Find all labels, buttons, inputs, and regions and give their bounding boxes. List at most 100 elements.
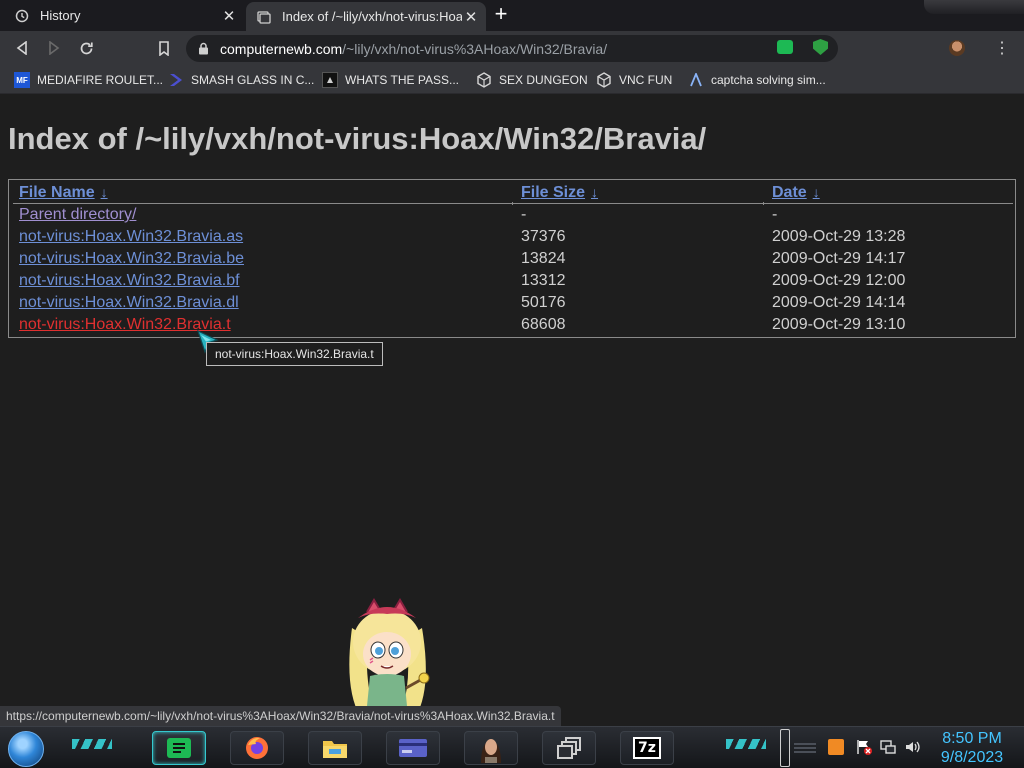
file-size: - <box>521 206 527 223</box>
bookmark-item[interactable]: SEX DUNGEON <box>476 71 588 89</box>
tab-history[interactable]: History ✕ <box>4 2 244 29</box>
back-icon[interactable] <box>12 38 32 58</box>
url-text: computernewb.com/~lily/vxh/not-virus%3AH… <box>220 41 607 57</box>
bookmark-label: WHATS THE PASS... <box>345 73 460 87</box>
forward-icon[interactable] <box>44 38 64 58</box>
file-date: 2009-Oct-29 13:10 <box>772 316 906 333</box>
window-controls[interactable] <box>924 0 1024 14</box>
file-date: 2009-Oct-29 13:28 <box>772 228 906 245</box>
clock-date: 9/8/2023 <box>940 749 1004 766</box>
bookmark-item[interactable]: MF MEDIAFIRE ROULET... <box>14 71 163 89</box>
spotify-icon <box>167 738 191 758</box>
file-link[interactable]: not-virus:Hoax.Win32.Bravia.as <box>19 228 243 246</box>
table-row: not-virus:Hoax.Win32.Bravia.as 37376 200… <box>19 228 1009 250</box>
file-link[interactable]: not-virus:Hoax.Win32.Bravia.dl <box>19 294 239 312</box>
file-size: 13312 <box>521 272 566 289</box>
file-size: 68608 <box>521 316 566 333</box>
tab-index-of[interactable]: Index of /~lily/vxh/not-virus:Hoax/Win32… <box>246 2 486 31</box>
sort-arrow-icon: ↓ <box>812 184 820 200</box>
taskbar-app-spotify[interactable] <box>152 731 206 765</box>
file-date: - <box>772 206 778 223</box>
bookmark-label: MEDIAFIRE ROULET... <box>37 73 164 87</box>
extension-chat-icon[interactable] <box>777 40 793 54</box>
start-button[interactable] <box>8 731 44 767</box>
file-size: 13824 <box>521 250 566 267</box>
url-path: /~lily/vxh/not-virus%3AHoax/Win32/Bravia… <box>342 40 608 57</box>
firefox-icon <box>246 737 268 759</box>
window-stack-icon <box>557 737 581 759</box>
taskbar-app-portrait[interactable] <box>464 731 518 765</box>
status-bar-url: https://computernewb.com/~lily/vxh/not-v… <box>0 706 561 726</box>
file-date: 2009-Oct-29 14:14 <box>772 294 906 311</box>
bookmark-label: captcha solving sim... <box>711 73 826 87</box>
card-app-icon <box>399 739 427 757</box>
file-link[interactable]: not-virus:Hoax.Win32.Bravia.bf <box>19 272 240 290</box>
volume-icon[interactable] <box>904 739 920 755</box>
7zip-icon: 7z <box>633 737 661 759</box>
reload-icon[interactable] <box>76 38 96 58</box>
page-icon <box>256 9 272 25</box>
file-size: 50176 <box>521 294 566 311</box>
table-row: Parent directory/ - - <box>19 206 1009 228</box>
taskbar-app-card[interactable] <box>386 731 440 765</box>
bookmark-item[interactable]: SMASH GLASS IN C... <box>168 71 314 89</box>
sort-arrow-icon: ↓ <box>591 184 599 200</box>
taskbar: 7z 8:50 PM 9/8/2023 <box>0 726 1024 768</box>
link-tooltip: not-virus:Hoax.Win32.Bravia.t <box>206 342 383 366</box>
taskbar-decoration <box>726 739 766 749</box>
tray-app-icon[interactable] <box>828 739 844 755</box>
page-title: Index of /~lily/vxh/not-virus:Hoax/Win32… <box>8 121 707 156</box>
history-icon <box>14 8 30 24</box>
tab-strip: History ✕ Index of /~lily/vxh/not-virus:… <box>0 0 1024 31</box>
sort-arrow-icon: ↓ <box>100 184 108 200</box>
show-desktop-button[interactable] <box>780 729 790 767</box>
address-bar[interactable]: computernewb.com/~lily/vxh/not-virus%3AH… <box>186 35 838 62</box>
bookmark-label: SEX DUNGEON <box>499 73 588 87</box>
bookmark-item[interactable]: WHATS THE PASS... <box>322 71 459 89</box>
close-icon[interactable]: ✕ <box>220 7 238 25</box>
table-row: not-virus:Hoax.Win32.Bravia.t 68608 2009… <box>19 316 1009 338</box>
header-divider <box>13 203 1013 204</box>
column-divider <box>512 202 513 205</box>
screen: { "tabs": [ {"label": "History", "icon":… <box>0 0 1024 768</box>
url-host: computernewb.com <box>220 40 343 57</box>
dark-site-icon <box>322 72 338 88</box>
taskbar-app-7zip[interactable]: 7z <box>620 731 674 765</box>
tab-label: Index of /~lily/vxh/not-virus:Hoax/Win32… <box>282 9 462 24</box>
table-row: not-virus:Hoax.Win32.Bravia.bf 13312 200… <box>19 272 1009 294</box>
new-tab-button[interactable]: + <box>490 3 512 26</box>
file-size: 37376 <box>521 228 566 245</box>
table-row: not-virus:Hoax.Win32.Bravia.dl 50176 200… <box>19 294 1009 316</box>
taskbar-decoration <box>72 739 112 749</box>
column-divider <box>763 202 764 205</box>
bookmarks-bar: MF MEDIAFIRE ROULET... SMASH GLASS IN C.… <box>0 65 1024 94</box>
bookmark-icon[interactable] <box>154 38 174 58</box>
file-date: 2009-Oct-29 12:00 <box>772 272 906 289</box>
bookmark-item[interactable]: VNC FUN <box>596 71 672 89</box>
file-link[interactable]: not-virus:Hoax.Win32.Bravia.be <box>19 250 244 268</box>
bookmark-item[interactable]: captcha solving sim... <box>688 71 826 89</box>
taskbar-app-file-explorer[interactable] <box>308 731 362 765</box>
taskbar-app-firefox[interactable] <box>230 731 284 765</box>
profile-avatar[interactable] <box>949 40 965 56</box>
bookmark-label: VNC FUN <box>619 73 673 87</box>
table-row: not-virus:Hoax.Win32.Bravia.be 13824 200… <box>19 250 1009 272</box>
file-listing-table: File Name ↓ File Size ↓ Date ↓ Parent direc… <box>8 179 1016 338</box>
taskbar-app-windows[interactable] <box>542 731 596 765</box>
flag-icon[interactable] <box>856 739 872 755</box>
file-link[interactable]: Parent directory/ <box>19 206 136 224</box>
page-content: Index of /~lily/vxh/not-virus:Hoax/Win32… <box>0 95 1024 768</box>
browser-toolbar: computernewb.com/~lily/vxh/not-virus%3AH… <box>0 31 1024 65</box>
column-header-file-size[interactable]: File Size ↓ <box>521 184 598 202</box>
network-icon[interactable] <box>880 739 896 755</box>
header-label: File Name <box>19 184 95 201</box>
menu-icon[interactable]: ⋮ <box>994 38 1010 57</box>
clock-time: 8:50 PM <box>942 730 1002 747</box>
close-icon[interactable]: ✕ <box>462 8 480 26</box>
bookmark-label: SMASH GLASS IN C... <box>191 73 315 87</box>
system-clock[interactable]: 8:50 PM 9/8/2023 <box>930 729 1014 767</box>
lock-icon[interactable] <box>196 42 210 56</box>
column-header-file-name[interactable]: File Name ↓ <box>19 184 108 202</box>
header-label: Date <box>772 184 807 201</box>
column-header-date[interactable]: Date ↓ <box>772 184 820 202</box>
